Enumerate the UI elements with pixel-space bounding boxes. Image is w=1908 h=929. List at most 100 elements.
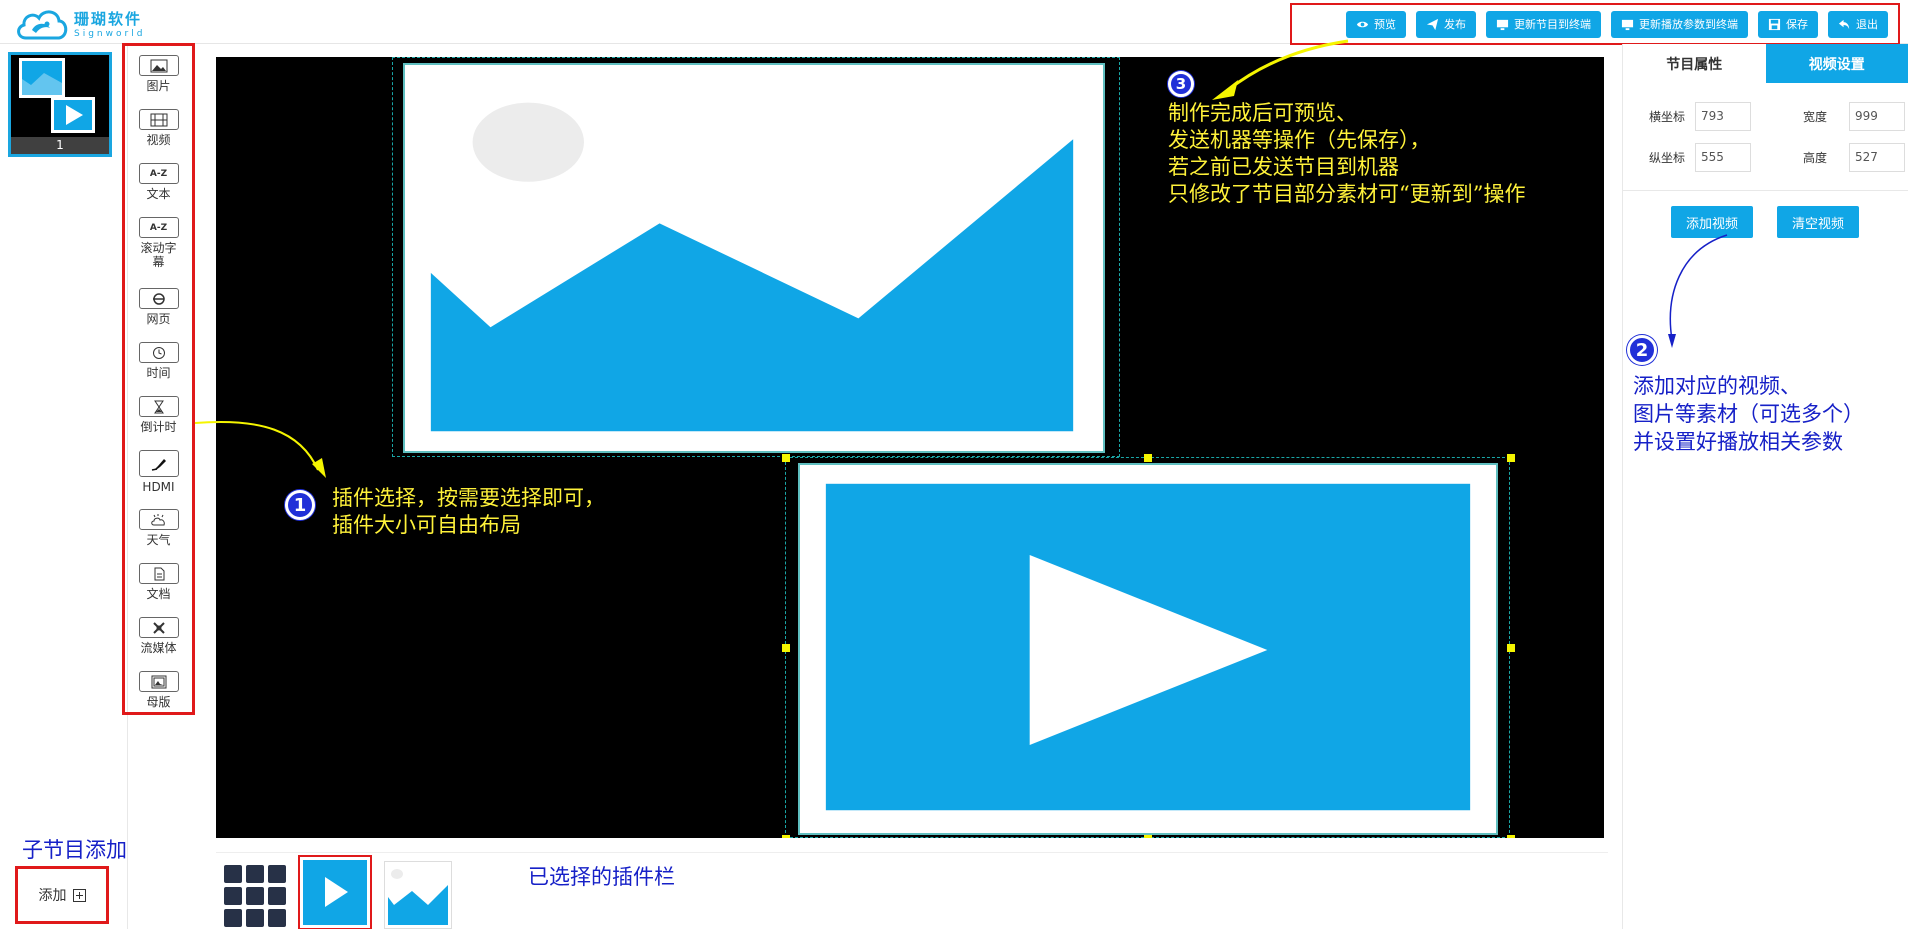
plugin-time[interactable]: 时间 [125, 342, 192, 380]
annotation-line: 插件选择，按需要选择即可， [332, 486, 605, 510]
plugin-webpage[interactable]: 网页 [125, 288, 192, 326]
monitor-icon [1621, 19, 1634, 30]
send-icon [1426, 18, 1439, 30]
step-1-annotation: 插件选择，按需要选择即可， 插件大小可自由布局 [332, 485, 605, 539]
save-label: 保存 [1786, 18, 1808, 31]
plugin-document[interactable]: 文档 [125, 563, 192, 601]
update-program-button[interactable]: 更新节目到终端 [1486, 10, 1601, 38]
plugin-countdown[interactable]: 倒计时 [125, 396, 192, 434]
plugin-weather[interactable]: 天气 [125, 509, 192, 547]
y-coordinate-field: 纵坐标 555 [1649, 143, 1751, 172]
add-video-button[interactable]: 添加视频 [1671, 206, 1753, 238]
program-thumbnail[interactable]: 1 [8, 52, 112, 157]
hourglass-icon [153, 400, 164, 413]
preview-button[interactable]: 预览 [1346, 10, 1406, 38]
plugin-palette: 图片 视频 A-Z 文本 A-Z 滚动字幕 网页 时间 倒计时 HDMI 天气 … [122, 43, 195, 715]
y-input[interactable]: 555 [1695, 143, 1751, 172]
resize-handle[interactable] [1144, 454, 1152, 462]
plugin-stream[interactable]: 流媒体 [125, 617, 192, 655]
annotation-line: 只修改了节目部分素材可“更新到”操作 [1168, 182, 1526, 206]
video-region[interactable] [782, 454, 1515, 838]
plugin-video[interactable]: 视频 [125, 109, 192, 147]
step-2-annotation: 添加对应的视频、 图片等素材（可选多个） 并设置好播放相关参数 [1633, 372, 1864, 456]
image-placeholder-icon [430, 102, 1074, 432]
save-button[interactable]: 保存 [1758, 10, 1818, 38]
resize-handle[interactable] [782, 835, 790, 838]
plugin-hdmi[interactable]: HDMI [125, 450, 192, 494]
annotation-line: 插件大小可自由布局 [332, 513, 521, 537]
resize-handle[interactable] [1144, 835, 1152, 838]
image-icon [384, 861, 452, 929]
sub-program-annotation: 子节目添加 [22, 838, 127, 862]
preview-label: 预览 [1374, 18, 1396, 31]
plugin-template[interactable]: 母版 [125, 671, 192, 709]
resize-handle[interactable] [782, 644, 790, 652]
selected-video-plugin[interactable] [298, 855, 372, 929]
resize-handle[interactable] [782, 454, 790, 462]
text-icon: A-Z [149, 168, 168, 179]
add-sub-program-button[interactable]: 添加 [15, 866, 109, 924]
plugin-label: 倒计时 [140, 420, 177, 434]
cloud-logo-icon [17, 10, 68, 40]
eye-icon [1356, 21, 1369, 27]
publish-button[interactable]: 发布 [1416, 10, 1476, 38]
selected-plugin-bar: 已选择的插件栏 [216, 852, 1608, 929]
resize-handle[interactable] [1507, 644, 1515, 652]
publish-label: 发布 [1444, 18, 1466, 31]
update-program-label: 更新节目到终端 [1514, 18, 1591, 31]
grid-icon[interactable] [224, 865, 288, 927]
panel-divider [1623, 190, 1908, 191]
hdmi-icon [151, 458, 166, 471]
plugin-marquee[interactable]: A-Z 滚动字幕 [125, 217, 192, 269]
exit-label: 退出 [1856, 18, 1878, 31]
tab-program-properties[interactable]: 节目属性 [1623, 44, 1766, 83]
field-label: 宽度 [1803, 110, 1828, 124]
stream-icon [152, 621, 165, 634]
plugin-label: 文本 [146, 187, 171, 201]
tab-video-settings[interactable]: 视频设置 [1765, 44, 1908, 83]
film-icon [150, 113, 167, 126]
update-params-button[interactable]: 更新播放参数到终端 [1611, 10, 1748, 38]
plugin-text[interactable]: A-Z 文本 [125, 163, 192, 201]
plugin-label: 图片 [146, 79, 171, 93]
clock-icon [152, 346, 165, 359]
height-field: 高度 527 [1803, 143, 1905, 172]
plugin-label: 滚动字幕 [140, 241, 177, 269]
brand-logo: 珊瑚软件 Signworld [14, 6, 145, 44]
save-icon [1768, 18, 1781, 30]
brand-name: 珊瑚软件 [74, 9, 143, 28]
plus-icon [72, 888, 86, 902]
step-3-badge: 3 [1168, 71, 1194, 97]
annotation-line: 若之前已发送节目到机器 [1168, 155, 1399, 179]
selected-image-plugin[interactable] [384, 861, 452, 929]
header-bar: 珊瑚软件 Signworld 预览 发布 更新节目到终端 更新播放参数到终端 保… [0, 0, 1908, 45]
image-frame [403, 63, 1105, 453]
plugin-label: 母版 [146, 695, 171, 709]
plugin-label: 网页 [146, 312, 171, 326]
width-input[interactable]: 999 [1849, 102, 1905, 131]
field-label: 高度 [1803, 151, 1828, 165]
clear-video-button[interactable]: 清空视频 [1777, 206, 1859, 238]
image-icon [150, 59, 167, 72]
field-label: 纵坐标 [1649, 151, 1686, 165]
x-input[interactable]: 793 [1695, 102, 1751, 131]
height-input[interactable]: 527 [1849, 143, 1905, 172]
resize-handle[interactable] [1507, 454, 1515, 462]
plugin-label: 天气 [146, 533, 171, 547]
brand-name-en: Signworld [74, 28, 146, 39]
document-icon [154, 567, 164, 580]
properties-panel: 节目属性 视频设置 横坐标 793 宽度 999 纵坐标 555 高度 527 … [1622, 44, 1908, 929]
marquee-icon: A-Z [149, 222, 168, 233]
annotation-line: 添加对应的视频、 [1633, 374, 1801, 398]
plugin-label: HDMI [142, 480, 175, 494]
resize-handle[interactable] [1507, 835, 1515, 838]
plugin-image[interactable]: 图片 [125, 55, 192, 93]
x-coordinate-field: 横坐标 793 [1649, 102, 1751, 131]
plugin-label: 时间 [146, 366, 171, 380]
program-canvas[interactable]: 1 插件选择，按需要选择即可， 插件大小可自由布局 3 制作完成后可预览、 发送… [216, 57, 1604, 838]
image-region[interactable] [392, 57, 1120, 457]
play-placeholder-icon [825, 483, 1471, 811]
exit-button[interactable]: 退出 [1828, 10, 1888, 38]
step-1-badge: 1 [285, 490, 315, 520]
video-frame [798, 463, 1498, 835]
